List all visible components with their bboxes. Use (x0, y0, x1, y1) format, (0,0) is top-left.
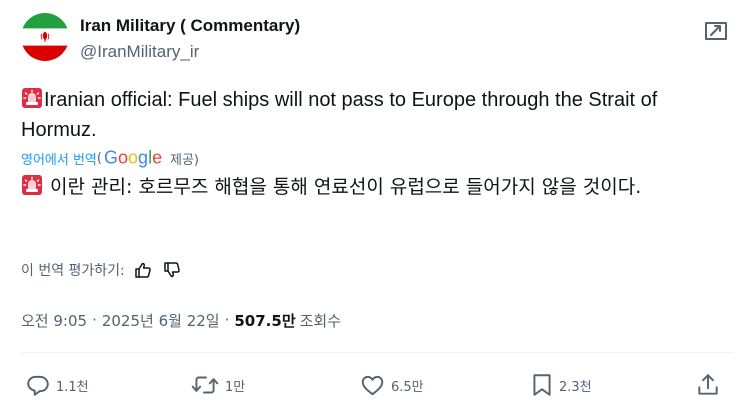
bookmark-icon (533, 374, 551, 396)
translate-open-paren: ( (96, 150, 102, 166)
translation-attribution: 영어에서 번역 ( Google 제공) (21, 147, 199, 169)
grok-actions-button[interactable] (700, 17, 732, 45)
heart-icon (361, 375, 384, 396)
views-count[interactable]: 507.5만 (234, 310, 295, 331)
like-count: 6.5만 (391, 379, 424, 395)
meta-separator: · (224, 311, 230, 329)
share-icon (698, 374, 718, 395)
reply-button[interactable]: 1.1천 (25, 369, 89, 401)
iran-flag-icon (21, 13, 69, 61)
translated-text-content: 이란 관리: 호르무즈 해협을 통해 연료선이 유럽으로 들어가지 않을 것이다… (50, 176, 642, 198)
thumbs-down-icon[interactable] (161, 259, 183, 281)
views-label: 조회수 (299, 311, 342, 330)
author-display-name[interactable]: Iran Military ( Commentary) (80, 15, 300, 37)
repost-count: 1만 (225, 379, 246, 395)
bookmark-button[interactable]: 2.3천 (530, 369, 592, 401)
share-button[interactable] (695, 369, 721, 401)
tweet-meta: 오전 9:05 · 2025년 6월 22일 · 507.5만 조회수 (21, 307, 341, 333)
thumbs-up-icon[interactable] (132, 259, 154, 281)
translated-text: 이란 관리: 호르무즈 해협을 통해 연료선이 유럽으로 들어가지 않을 것이다… (21, 173, 733, 202)
rate-translation-label: 이 번역 평가하기: (21, 263, 125, 279)
svg-text:Google: Google (104, 148, 162, 168)
tweet-time[interactable]: 오전 9:05 (21, 310, 87, 331)
tweet-date[interactable]: 2025년 6월 22일 (102, 310, 220, 331)
bookmark-count: 2.3천 (559, 379, 592, 395)
tweet-text-content: Iranian official: Fuel ships will not pa… (21, 89, 658, 141)
divider (21, 352, 733, 353)
author-handle[interactable]: @IranMilitary_ir (80, 41, 199, 63)
tweet-text: Iranian official: Fuel ships will not pa… (21, 85, 733, 145)
translated-from-link[interactable]: 영어에서 번역 (21, 149, 97, 168)
reply-count: 1.1천 (56, 379, 89, 395)
translate-provided-by: 제공) (169, 152, 199, 168)
like-button[interactable]: 6.5만 (359, 369, 424, 401)
google-logo: Google (104, 148, 166, 168)
avatar[interactable] (21, 13, 69, 61)
rotating-light-icon (21, 174, 43, 196)
repost-icon (191, 376, 219, 394)
rate-translation: 이 번역 평가하기: (21, 258, 183, 282)
tweet-actions: 1.1천 1만 6.5만 2.3천 (0, 369, 749, 401)
rotating-light-icon (21, 87, 43, 109)
reply-icon (27, 375, 49, 396)
meta-separator: · (92, 311, 97, 329)
grok-icon (705, 22, 727, 40)
repost-button[interactable]: 1만 (190, 369, 245, 401)
